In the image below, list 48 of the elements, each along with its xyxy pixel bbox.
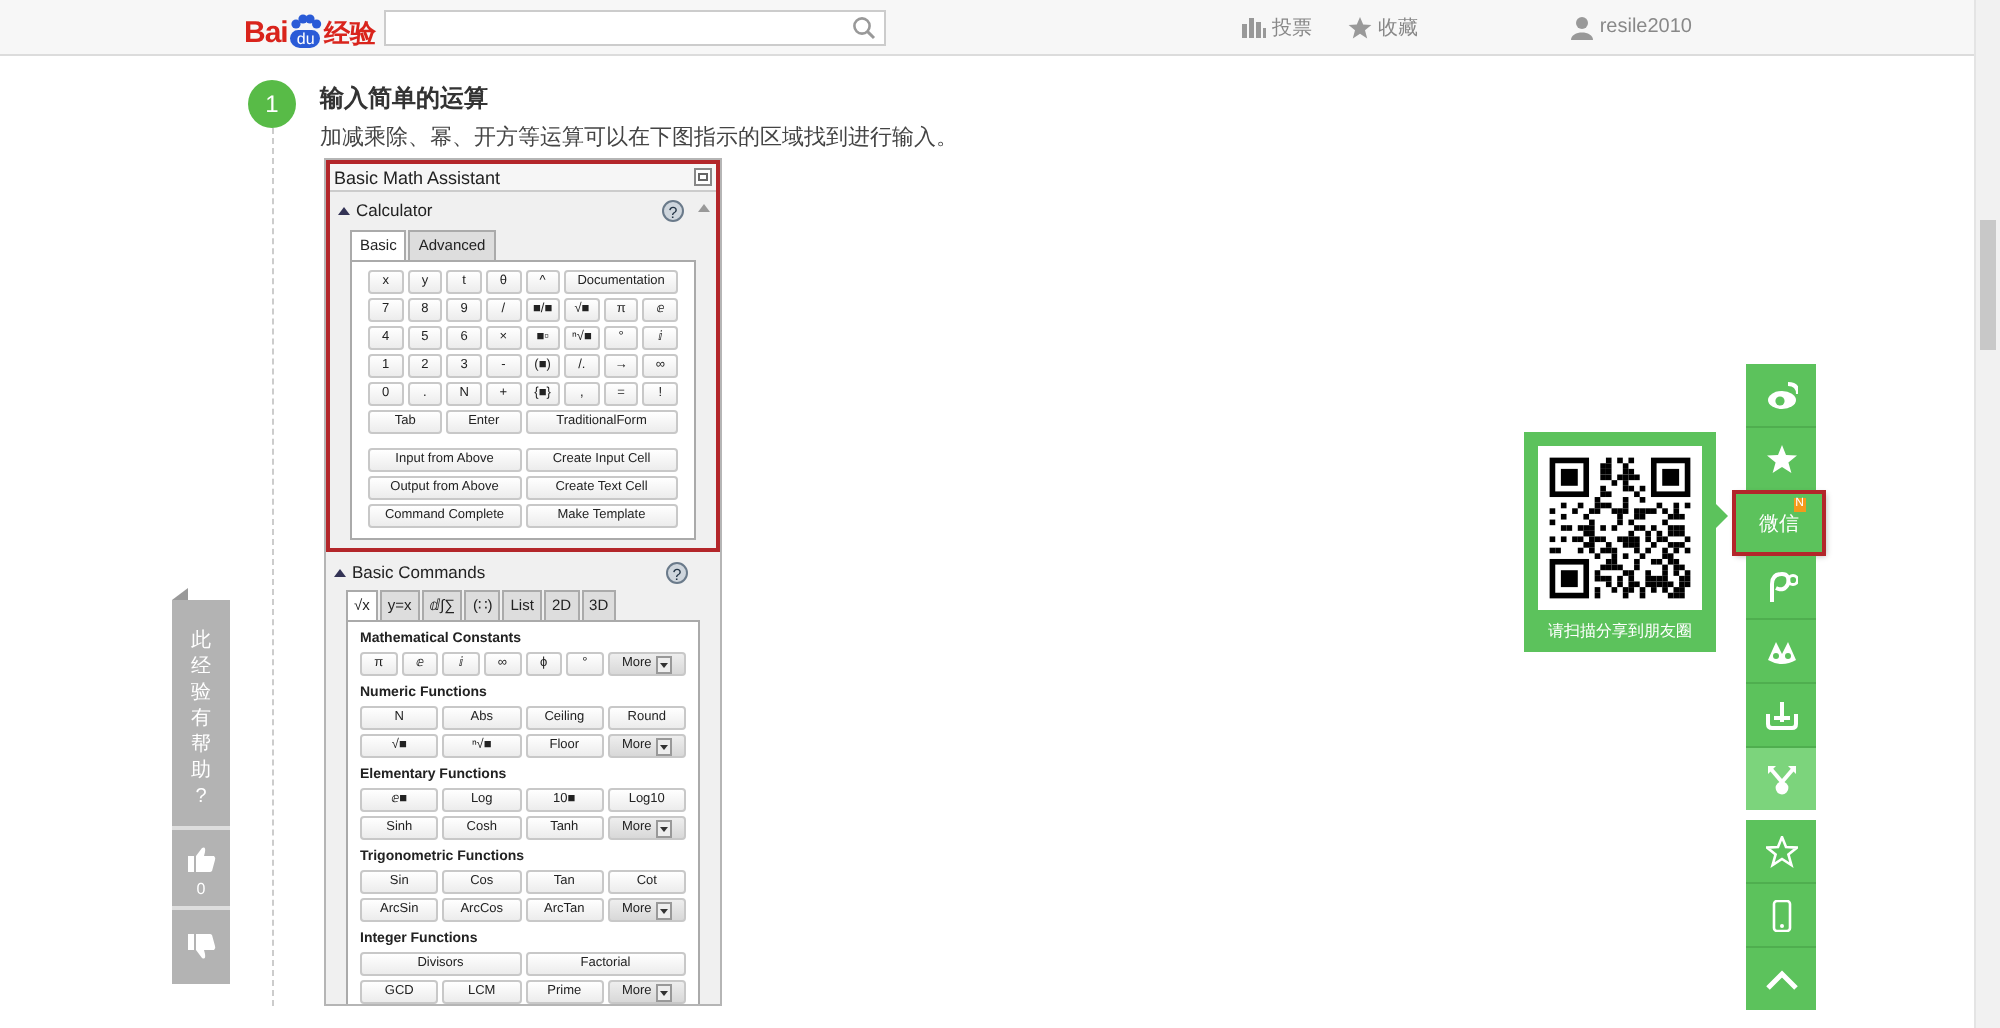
help-button[interactable]: ? bbox=[666, 561, 688, 583]
qr-code-drawing bbox=[1549, 457, 1691, 599]
section-title[interactable]: Calculator bbox=[356, 200, 656, 220]
share-button[interactable] bbox=[1746, 556, 1816, 618]
caret-icon bbox=[655, 901, 672, 919]
loop-icon bbox=[1765, 571, 1797, 603]
section-title[interactable]: Basic Commands bbox=[352, 562, 660, 582]
star-icon bbox=[1765, 443, 1797, 475]
search-field[interactable] bbox=[383, 9, 886, 45]
caret-icon bbox=[655, 983, 672, 1001]
share-button[interactable] bbox=[1746, 684, 1816, 746]
vote-question: 此经验有帮助? bbox=[191, 627, 211, 812]
bar-chart-icon bbox=[1241, 15, 1266, 39]
fork-icon bbox=[1765, 763, 1797, 795]
tray-icon bbox=[1765, 699, 1797, 731]
share-button[interactable] bbox=[1746, 884, 1816, 946]
step-number: 1 bbox=[248, 80, 296, 128]
share-button[interactable] bbox=[1746, 820, 1816, 882]
caret-icon bbox=[655, 819, 672, 837]
search-icon bbox=[851, 15, 876, 39]
paw-toes-icon bbox=[289, 13, 322, 29]
star-icon bbox=[1765, 835, 1797, 867]
scrollbar[interactable] bbox=[1974, 0, 2000, 1028]
fold-corner-icon bbox=[172, 588, 188, 600]
caret-icon bbox=[655, 655, 672, 673]
scroll-up-icon[interactable] bbox=[698, 204, 710, 212]
thumb-up-icon bbox=[187, 846, 215, 872]
step-title: 输入简单的运算 bbox=[320, 82, 490, 114]
paw-logo: du bbox=[290, 29, 321, 47]
caret-icon bbox=[655, 737, 672, 755]
logo-text: Bai bbox=[244, 17, 288, 47]
share-button[interactable] bbox=[1746, 364, 1816, 426]
eye-icon bbox=[1765, 379, 1797, 411]
scrollbar-thumb[interactable] bbox=[1980, 220, 1996, 350]
thumb-down-icon bbox=[187, 934, 215, 960]
qr-caption: 请扫描分享到朋友圈 bbox=[1548, 620, 1692, 642]
user-icon bbox=[1569, 15, 1594, 39]
step-description: 加减乘除、幂、开方等运算可以在下图指示的区域找到进行输入。 bbox=[320, 124, 958, 152]
help-button[interactable]: ? bbox=[662, 199, 684, 221]
caret-icon[interactable] bbox=[334, 567, 346, 577]
star-icon bbox=[1347, 15, 1372, 39]
panel-title: Basic Math Assistant bbox=[334, 167, 501, 187]
share-button[interactable] bbox=[1746, 428, 1816, 490]
back-to-top-button[interactable] bbox=[1746, 948, 1816, 1010]
share-button[interactable] bbox=[1746, 620, 1816, 682]
caret-icon[interactable] bbox=[338, 205, 350, 215]
logo-text: 经验 bbox=[323, 17, 376, 47]
share-button[interactable] bbox=[1746, 748, 1816, 810]
